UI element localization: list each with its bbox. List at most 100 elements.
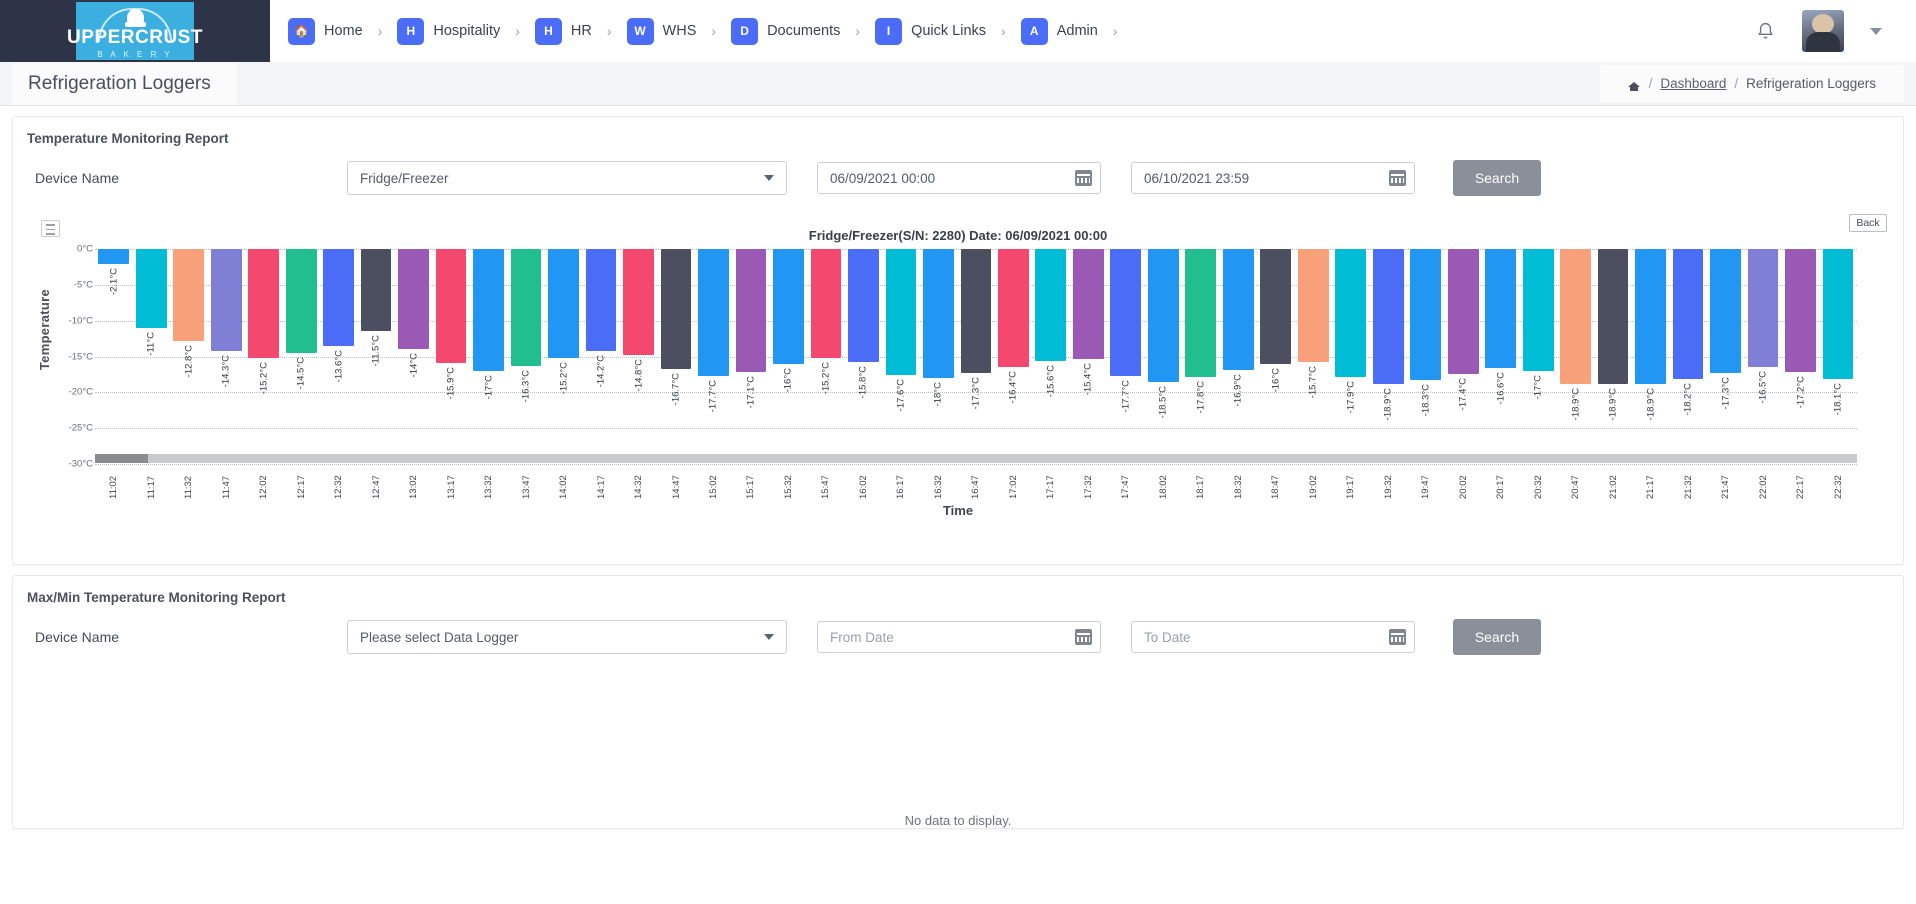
report1-from-date-input[interactable]: 06/09/2021 00:00 (817, 162, 1101, 194)
x-tick: 20:02 (1444, 465, 1481, 499)
bar[interactable] (173, 249, 204, 341)
nav-separator: › (378, 23, 383, 39)
report1-device-select[interactable]: Fridge/Freezer (347, 161, 787, 195)
bar[interactable] (473, 249, 504, 371)
bar[interactable] (698, 249, 729, 376)
bar[interactable] (1523, 249, 1554, 371)
report2-to-date-input[interactable]: To Date (1131, 621, 1415, 653)
bar[interactable] (1748, 249, 1779, 367)
bar[interactable] (1448, 249, 1479, 374)
bar[interactable] (248, 249, 279, 358)
bar[interactable] (323, 249, 354, 346)
calendar-icon[interactable] (1075, 170, 1092, 186)
x-tick: 12:47 (357, 465, 394, 499)
x-tick-label: 17:17 (1045, 465, 1056, 499)
nav-item-documents[interactable]: DDocuments (727, 18, 844, 45)
bar[interactable] (773, 249, 804, 364)
x-tick-label: 17:47 (1120, 465, 1131, 499)
x-tick: 22:02 (1744, 465, 1781, 499)
report2-device-select[interactable]: Please select Data Logger (347, 620, 787, 654)
avatar[interactable] (1802, 10, 1844, 52)
bar[interactable] (98, 249, 129, 264)
bar[interactable] (1710, 249, 1741, 373)
bar[interactable] (923, 249, 954, 378)
chevron-down-icon[interactable] (1870, 28, 1882, 35)
bar[interactable] (1298, 249, 1329, 362)
nav-item-whs[interactable]: WWHS (623, 18, 701, 45)
nav-item-home[interactable]: 🏠Home (284, 18, 367, 45)
x-tick-label: 18:02 (1158, 465, 1169, 499)
bar[interactable] (136, 249, 167, 328)
calendar-icon[interactable] (1075, 629, 1092, 645)
report2-from-date-input[interactable]: From Date (817, 621, 1101, 653)
bell-icon[interactable] (1755, 21, 1776, 42)
bar[interactable] (1260, 249, 1291, 364)
bar[interactable] (961, 249, 992, 373)
bar[interactable] (1823, 249, 1854, 379)
bar[interactable] (1035, 249, 1066, 361)
breadcrumb-dashboard-link[interactable]: Dashboard (1660, 76, 1726, 91)
bar[interactable] (1223, 249, 1254, 370)
bar-value-label: -18.9°C (1383, 388, 1394, 420)
bar[interactable] (886, 249, 917, 375)
x-tick-label: 13:17 (446, 465, 457, 499)
bar[interactable] (1785, 249, 1816, 372)
report1-to-date-input[interactable]: 06/10/2021 23:59 (1131, 162, 1415, 194)
y-tick-label: -20°C (69, 387, 93, 398)
calendar-icon[interactable] (1389, 629, 1406, 645)
chart-horizontal-scrollbar[interactable] (95, 454, 1857, 463)
bar[interactable] (361, 249, 392, 331)
bar[interactable] (623, 249, 654, 355)
calendar-icon[interactable] (1389, 170, 1406, 186)
bar[interactable] (1673, 249, 1704, 379)
brand-logo[interactable]: UPPERCRUST B A K E R Y (0, 0, 270, 62)
bar[interactable] (211, 249, 242, 351)
bar[interactable] (398, 249, 429, 349)
report2-to-date-placeholder: To Date (1144, 630, 1191, 645)
hamburger-menu-icon[interactable] (41, 220, 60, 237)
top-navigation-bar: UPPERCRUST B A K E R Y 🏠Home › HHospitalit… (0, 0, 1916, 62)
bar[interactable] (586, 249, 617, 351)
x-tick: 11:32 (170, 465, 207, 499)
bar[interactable] (1485, 249, 1516, 368)
bar-value-label: -13.6°C (333, 350, 344, 382)
chef-hat-icon (127, 9, 144, 24)
nav-item-hr[interactable]: HHR (531, 18, 596, 45)
bar[interactable] (1185, 249, 1216, 377)
nav-item-quick-links[interactable]: IQuick Links (871, 18, 990, 45)
bar-value-label: -16.6°C (1495, 372, 1506, 404)
bar[interactable] (1073, 249, 1104, 359)
bar[interactable] (1560, 249, 1591, 384)
bar[interactable] (1598, 249, 1629, 384)
bar[interactable] (511, 249, 542, 366)
bar[interactable] (736, 249, 767, 372)
report2-search-button[interactable]: Search (1453, 619, 1541, 655)
x-tick: 11:47 (207, 465, 244, 499)
x-tick: 12:17 (282, 465, 319, 499)
back-button[interactable]: Back (1849, 214, 1887, 232)
bar[interactable] (998, 249, 1029, 367)
x-tick-label: 16:47 (970, 465, 981, 499)
x-tick-label: 12:32 (333, 465, 344, 499)
bar[interactable] (548, 249, 579, 358)
home-icon[interactable] (1628, 78, 1641, 90)
x-tick: 19:32 (1369, 465, 1406, 499)
report1-search-button[interactable]: Search (1453, 160, 1541, 196)
bar[interactable] (811, 249, 842, 358)
bar[interactable] (1373, 249, 1404, 384)
bar-value-label: -18.3°C (1420, 384, 1431, 416)
bar-value-label: -15.2°C (558, 362, 569, 394)
bar[interactable] (848, 249, 879, 362)
chart-scrollbar-thumb[interactable] (95, 454, 148, 463)
bar[interactable] (1335, 249, 1366, 377)
bar[interactable] (1110, 249, 1141, 376)
nav-item-hospitality[interactable]: HHospitality (393, 18, 504, 45)
nav-item-admin[interactable]: AAdmin (1017, 18, 1102, 45)
bar[interactable] (1148, 249, 1179, 382)
x-tick: 16:02 (845, 465, 882, 499)
bar[interactable] (1410, 249, 1441, 380)
bar[interactable] (286, 249, 317, 353)
bar[interactable] (1635, 249, 1666, 384)
bar[interactable] (436, 249, 467, 363)
bar[interactable] (661, 249, 692, 369)
